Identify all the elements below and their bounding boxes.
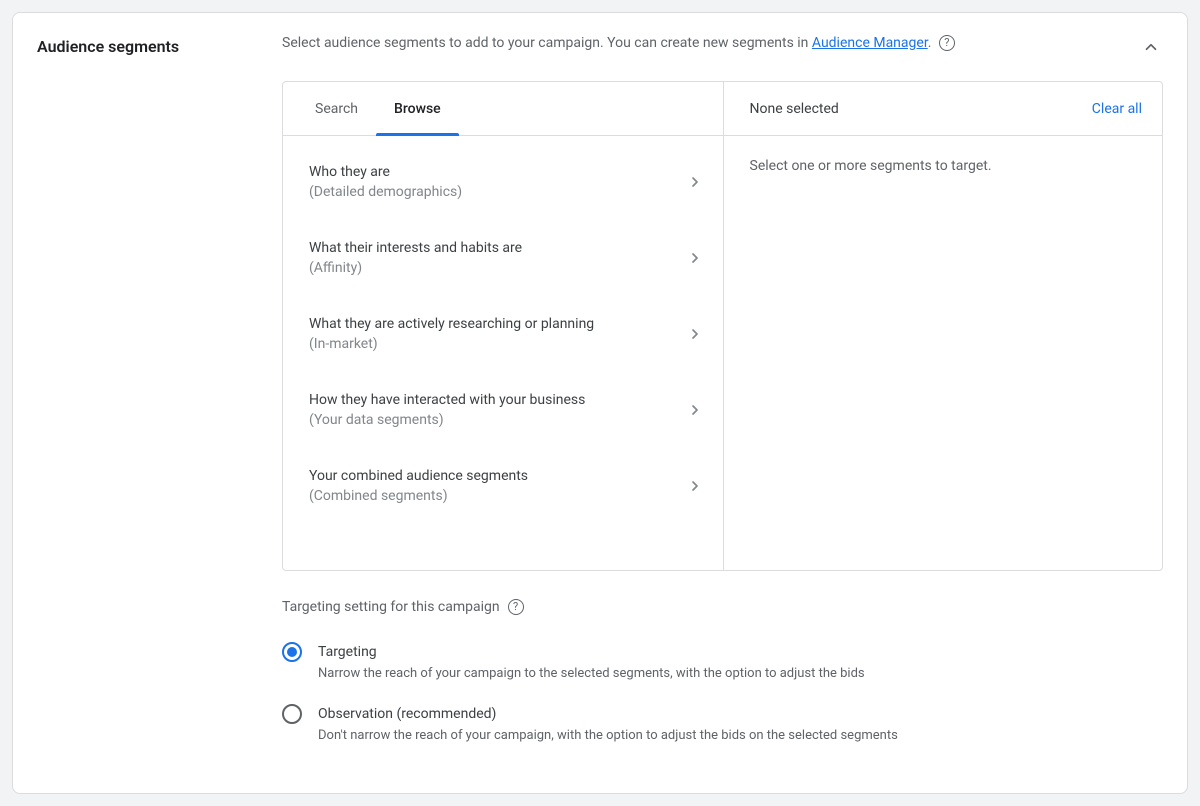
audience-segments-card: Audience segments Select audience segmen… (12, 12, 1188, 794)
category-title: Your combined audience segments (309, 466, 677, 486)
category-combined[interactable]: Your combined audience segments (Combine… (283, 448, 723, 524)
category-text: What their interests and habits are (Aff… (309, 238, 685, 278)
category-text: What they are actively researching or pl… (309, 314, 685, 354)
help-icon[interactable]: ? (508, 599, 524, 615)
category-subtitle: (Your data segments) (309, 410, 677, 430)
category-subtitle: (Combined segments) (309, 486, 677, 506)
category-list: Who they are (Detailed demographics) Wha… (283, 136, 723, 532)
clear-all-button[interactable]: Clear all (1092, 101, 1142, 117)
selected-column: None selected Clear all Select one or mo… (723, 82, 1163, 570)
selected-header: None selected Clear all (724, 82, 1163, 136)
radio-title: Targeting (318, 641, 865, 663)
category-detailed-demographics[interactable]: Who they are (Detailed demographics) (283, 144, 723, 220)
category-in-market[interactable]: What they are actively researching or pl… (283, 296, 723, 372)
category-subtitle: (Detailed demographics) (309, 182, 677, 202)
category-title: What their interests and habits are (309, 238, 677, 258)
radio-text: Targeting Narrow the reach of your campa… (318, 641, 865, 683)
chevron-right-icon (685, 324, 705, 344)
category-title: Who they are (309, 162, 677, 182)
category-text: Who they are (Detailed demographics) (309, 162, 685, 202)
chevron-right-icon (685, 400, 705, 420)
category-subtitle: (Affinity) (309, 258, 677, 278)
selected-count-label: None selected (750, 101, 1092, 117)
category-title: How they have interacted with your busin… (309, 390, 677, 410)
category-subtitle: (In-market) (309, 334, 677, 354)
category-text: Your combined audience segments (Combine… (309, 466, 685, 506)
targeting-section: Targeting setting for this campaign ? Ta… (282, 599, 1163, 757)
targeting-label-text: Targeting setting for this campaign (282, 599, 500, 615)
tab-browse[interactable]: Browse (376, 82, 459, 135)
category-title: What they are actively researching or pl… (309, 314, 677, 334)
chevron-right-icon (685, 248, 705, 268)
tabs: Search Browse (283, 82, 723, 136)
card-description-prefix: Select audience segments to add to your … (282, 35, 812, 51)
radio-icon (282, 704, 302, 724)
radio-subtitle: Narrow the reach of your campaign to the… (318, 665, 865, 683)
targeting-label: Targeting setting for this campaign ? (282, 599, 1163, 615)
category-your-data[interactable]: How they have interacted with your busin… (283, 372, 723, 448)
chevron-right-icon (685, 476, 705, 496)
radio-icon (282, 642, 302, 662)
card-left: Audience segments (37, 33, 282, 757)
card-right: Select audience segments to add to your … (282, 33, 1163, 757)
card-description: Select audience segments to add to your … (282, 33, 1163, 53)
browse-column: Search Browse Who they are (Detailed dem… (283, 82, 723, 570)
radio-subtitle: Don't narrow the reach of your campaign,… (318, 727, 898, 745)
help-icon[interactable]: ? (939, 35, 955, 51)
collapse-button[interactable] (1139, 35, 1163, 59)
radio-option-observation[interactable]: Observation (recommended) Don't narrow t… (282, 695, 1163, 757)
targeting-options: Targeting Narrow the reach of your campa… (282, 633, 1163, 757)
segments-panel: Search Browse Who they are (Detailed dem… (282, 81, 1163, 571)
category-text: How they have interacted with your busin… (309, 390, 685, 430)
category-affinity[interactable]: What their interests and habits are (Aff… (283, 220, 723, 296)
radio-text: Observation (recommended) Don't narrow t… (318, 703, 898, 745)
tab-search[interactable]: Search (297, 82, 376, 135)
radio-title: Observation (recommended) (318, 703, 898, 725)
selected-placeholder: Select one or more segments to target. (724, 136, 1163, 196)
audience-manager-link[interactable]: Audience Manager (812, 35, 928, 51)
card-description-suffix: . (928, 35, 932, 51)
card-title: Audience segments (37, 37, 282, 56)
chevron-right-icon (685, 172, 705, 192)
radio-option-targeting[interactable]: Targeting Narrow the reach of your campa… (282, 633, 1163, 695)
chevron-up-icon (1142, 38, 1160, 56)
